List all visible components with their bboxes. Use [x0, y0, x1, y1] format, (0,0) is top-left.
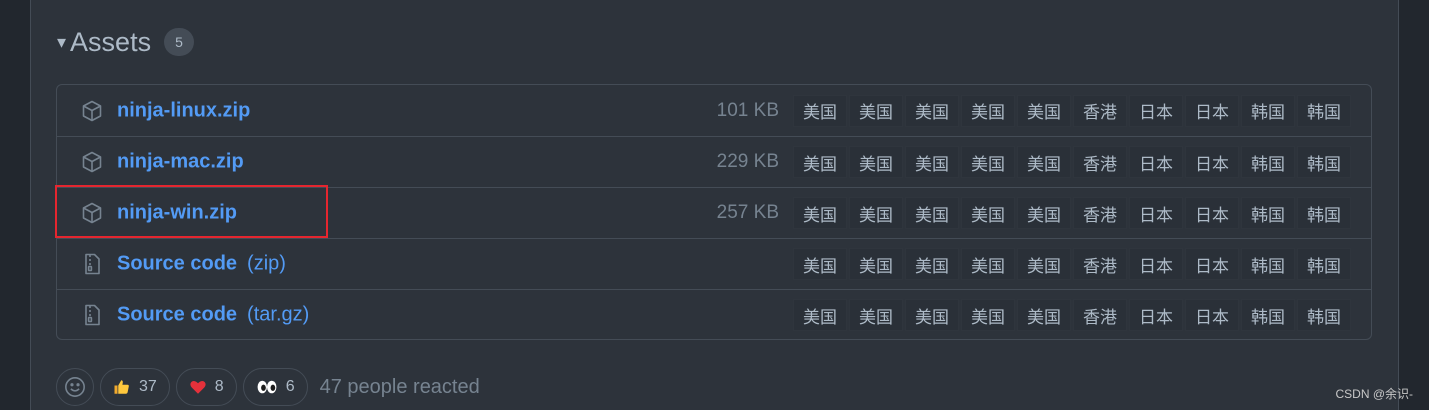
mirror-link[interactable]: 韩国: [1241, 299, 1295, 331]
mirror-links: 美国 美国 美国 美国 美国 香港 日本 日本 韩国 韩国: [793, 248, 1351, 280]
assets-title: Assets: [70, 26, 152, 57]
mirror-link[interactable]: 美国: [849, 197, 903, 229]
mirror-link[interactable]: 韩国: [1241, 146, 1295, 178]
thumbs-up-icon: [114, 380, 129, 394]
mirror-link[interactable]: 美国: [1017, 94, 1071, 127]
mirror-link[interactable]: 日本: [1129, 146, 1183, 178]
eyes-icon: [257, 380, 277, 394]
mirror-link[interactable]: 美国: [905, 197, 959, 229]
asset-row: Source code (zip) 美国 美国 美国 美国 美国 香港 日本 日本…: [57, 238, 1371, 289]
mirror-link[interactable]: 日本: [1185, 197, 1239, 229]
mirror-link[interactable]: 韩国: [1241, 197, 1295, 229]
mirror-link[interactable]: 美国: [905, 94, 959, 127]
heart-count: 8: [214, 378, 224, 395]
mirror-link[interactable]: 美国: [793, 197, 847, 229]
mirror-link[interactable]: 韩国: [1241, 248, 1295, 280]
file-zip-icon: [85, 304, 100, 326]
mirror-link[interactable]: 日本: [1185, 94, 1239, 127]
mirror-links: 美国 美国 美国 美国 美国 香港 日本 日本 韩国 韩国: [793, 146, 1351, 178]
asset-row: ninja-mac.zip 229 KB 美国 美国 美国 美国 美国 香港 日…: [57, 136, 1371, 187]
mirror-link[interactable]: 美国: [961, 299, 1015, 331]
asset-link[interactable]: ninja-linux.zip: [117, 99, 260, 122]
eyes-count: 6: [285, 378, 295, 395]
mirror-link[interactable]: 韩国: [1297, 299, 1351, 331]
mirror-link[interactable]: 美国: [961, 146, 1015, 178]
source-code-link[interactable]: Source code (zip): [117, 253, 286, 276]
mirror-link[interactable]: 美国: [1017, 146, 1071, 178]
file-zip-icon: [85, 253, 100, 275]
mirror-link[interactable]: 美国: [849, 94, 903, 127]
asset-row: ninja-linux.zip 101 KB 美国 美国 美国 美国 美国 香港…: [57, 85, 1371, 136]
add-reaction-button[interactable]: [56, 368, 94, 406]
mirror-link[interactable]: 美国: [1017, 248, 1071, 280]
mirror-link[interactable]: 美国: [849, 248, 903, 280]
mirror-link[interactable]: 香港: [1073, 299, 1127, 331]
mirror-link[interactable]: 美国: [849, 299, 903, 331]
asset-size: 101 KB: [716, 99, 779, 121]
reactions-summary: 47 people reacted: [319, 375, 480, 398]
asset-link[interactable]: ninja-mac.zip: [117, 151, 254, 174]
mirror-link[interactable]: 美国: [961, 197, 1015, 229]
mirror-link[interactable]: 美国: [1017, 197, 1071, 229]
mirror-link[interactable]: 美国: [905, 248, 959, 280]
mirror-link[interactable]: 美国: [905, 146, 959, 178]
mirror-links: 美国 美国 美国 美国 美国 香港 日本 日本 韩国 韩国: [793, 197, 1351, 229]
assets-count-badge: 5: [164, 28, 195, 56]
watermark: CSDN @余识-: [1335, 387, 1413, 401]
thumbs-up-count: 37: [139, 378, 157, 395]
reaction-heart[interactable]: 8: [175, 368, 237, 406]
mirror-link[interactable]: 日本: [1129, 94, 1183, 127]
mirror-link[interactable]: 日本: [1129, 299, 1183, 331]
reactions-bar: 37 8 6 47 people reacted: [56, 367, 480, 407]
mirror-link[interactable]: 日本: [1185, 248, 1239, 280]
highlight-box: [55, 185, 328, 238]
reaction-thumbs-up[interactable]: 37: [100, 368, 170, 406]
mirror-link[interactable]: 美国: [849, 146, 903, 178]
smiley-icon: [65, 377, 85, 397]
mirror-link[interactable]: 日本: [1129, 248, 1183, 280]
mirror-link[interactable]: 美国: [793, 248, 847, 280]
asset-size: 257 KB: [716, 202, 779, 223]
heart-icon: [190, 381, 206, 394]
mirror-link[interactable]: 日本: [1129, 197, 1183, 229]
mirror-link[interactable]: 韩国: [1297, 248, 1351, 280]
mirror-link[interactable]: 香港: [1073, 248, 1127, 280]
assets-header[interactable]: ▾ Assets 5: [57, 24, 195, 60]
mirror-link[interactable]: 美国: [793, 299, 847, 331]
source-code-link[interactable]: Source code (tar.gz): [117, 304, 309, 327]
mirror-link[interactable]: 美国: [793, 94, 847, 127]
mirror-link[interactable]: 日本: [1185, 146, 1239, 178]
mirror-link[interactable]: 香港: [1073, 146, 1127, 178]
mirror-link[interactable]: 美国: [1017, 299, 1071, 331]
mirror-link[interactable]: 韩国: [1297, 197, 1351, 229]
package-icon: [82, 151, 102, 173]
mirror-link[interactable]: 韩国: [1297, 146, 1351, 178]
mirror-link[interactable]: 韩国: [1241, 94, 1295, 127]
mirror-links: 美国 美国 美国 美国 美国 香港 日本 日本 韩国 韩国: [793, 94, 1351, 127]
mirror-link[interactable]: 美国: [961, 248, 1015, 280]
asset-size: 229 KB: [716, 151, 779, 172]
mirror-link[interactable]: 韩国: [1297, 94, 1351, 127]
mirror-link[interactable]: 美国: [905, 299, 959, 331]
collapse-triangle-icon[interactable]: ▾: [57, 32, 66, 53]
mirror-links: 美国 美国 美国 美国 美国 香港 日本 日本 韩国 韩国: [793, 299, 1351, 331]
asset-row: Source code (tar.gz) 美国 美国 美国 美国 美国 香港 日本…: [57, 289, 1371, 340]
mirror-link[interactable]: 日本: [1185, 299, 1239, 331]
package-icon: [82, 100, 102, 121]
mirror-link[interactable]: 香港: [1073, 197, 1127, 229]
mirror-link[interactable]: 美国: [961, 94, 1015, 127]
reaction-eyes[interactable]: 6: [242, 368, 308, 406]
mirror-link[interactable]: 香港: [1073, 94, 1127, 127]
mirror-link[interactable]: 美国: [793, 146, 847, 178]
